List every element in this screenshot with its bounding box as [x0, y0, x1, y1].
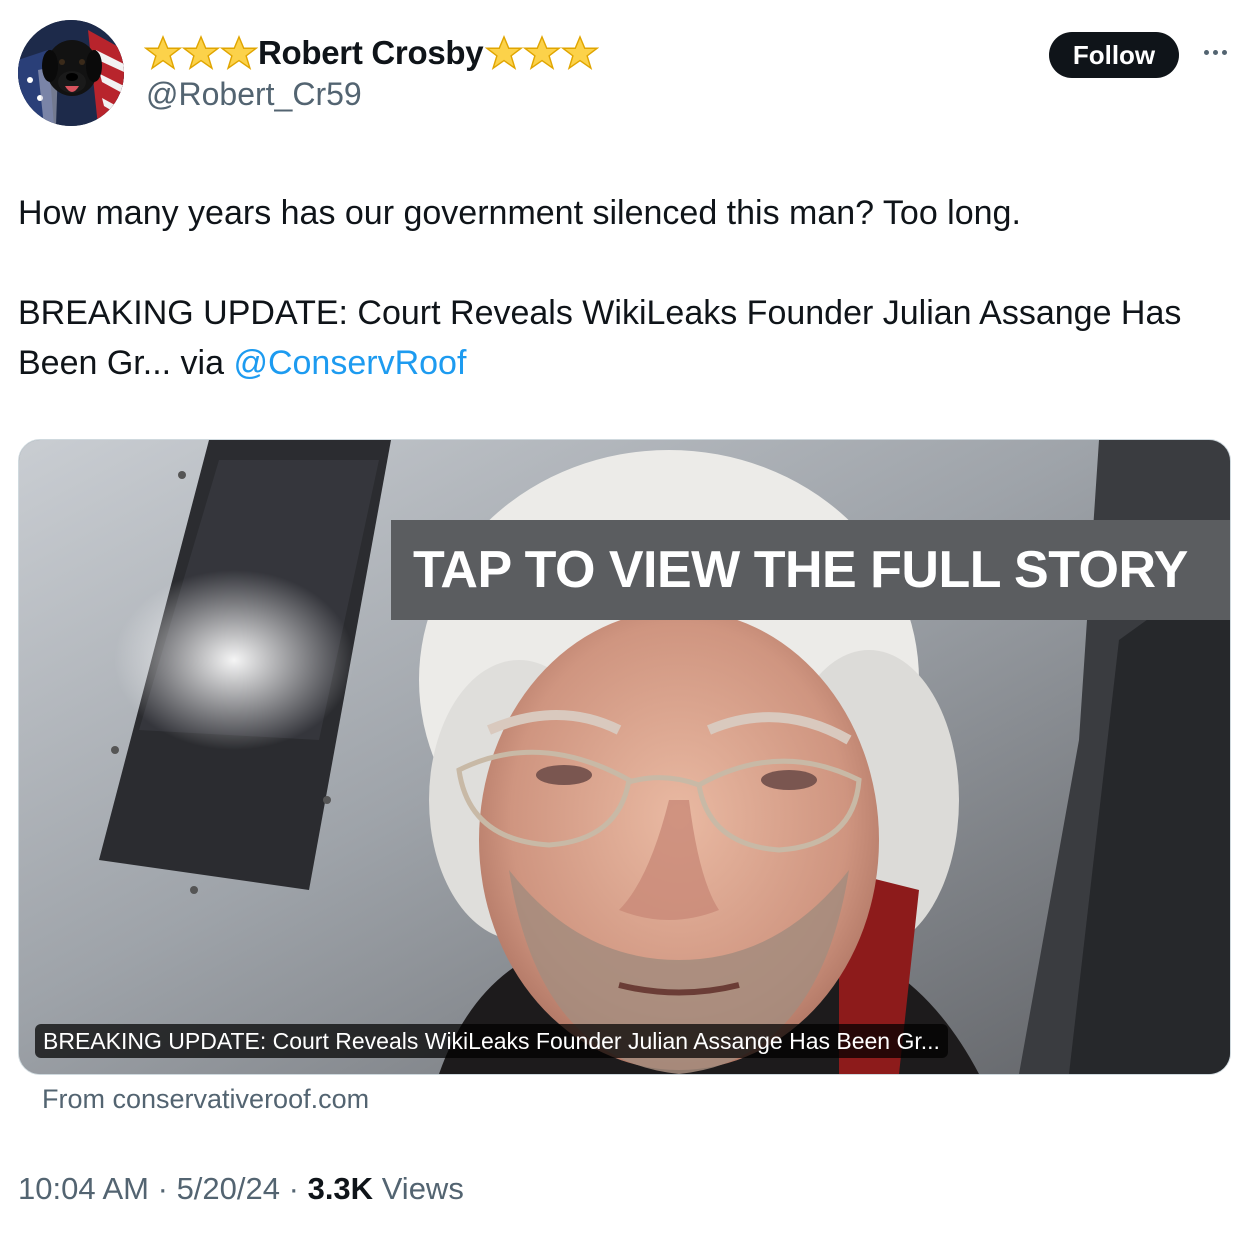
mention-link[interactable]: @ConservRoof — [233, 344, 466, 382]
tweet-line-2: BREAKING UPDATE: Court Reveals WikiLeaks… — [18, 288, 1228, 388]
dot — [1203, 49, 1209, 55]
more-dots-icon[interactable] — [1198, 40, 1232, 64]
tweet-headline-text: BREAKING UPDATE: Court Reveals WikiLeaks… — [18, 294, 1182, 382]
display-name[interactable]: Robert Crosby — [258, 34, 484, 72]
star-emoji-icon — [220, 34, 258, 70]
star-emoji-icon — [144, 34, 182, 70]
star-emoji-icon — [485, 34, 524, 70]
views-label: Views — [381, 1171, 464, 1206]
tweet-header: Robert Crosby @Robert_Cr59 Follow — [18, 20, 1231, 126]
follow-button[interactable]: Follow — [1049, 32, 1179, 78]
card-source-link[interactable]: From conservativeroof.com — [42, 1084, 369, 1115]
leading-stars — [144, 34, 258, 72]
user-handle[interactable]: @Robert_Cr59 — [146, 76, 362, 113]
meta-separator: · — [288, 1171, 299, 1206]
tweet-time[interactable]: 10:04 AM — [18, 1171, 149, 1206]
dot — [1221, 49, 1227, 55]
link-card[interactable]: TAP TO VIEW THE FULL STORY BREAKING UPDA… — [18, 439, 1231, 1075]
dog-flag-avatar-icon — [18, 20, 124, 126]
dot — [1212, 49, 1218, 55]
star-emoji-icon — [561, 34, 600, 70]
meta-separator: · — [157, 1171, 168, 1206]
tweet-line-1: How many years has our government silenc… — [18, 194, 1021, 232]
tweet-text: How many years has our government silenc… — [18, 188, 1228, 388]
tweet-meta: 10:04 AM · 5/20/24 · 3.3K Views — [18, 1171, 464, 1207]
tweet-date[interactable]: 5/20/24 — [177, 1171, 280, 1206]
star-emoji-icon — [182, 34, 220, 70]
star-emoji-icon — [523, 34, 562, 70]
avatar[interactable] — [18, 20, 124, 126]
tap-to-view-text: TAP TO VIEW THE FULL STORY — [413, 541, 1188, 599]
trailing-stars — [485, 34, 600, 72]
name-row[interactable]: Robert Crosby — [144, 30, 600, 76]
tap-to-view-banner: TAP TO VIEW THE FULL STORY — [391, 520, 1230, 620]
card-caption: BREAKING UPDATE: Court Reveals WikiLeaks… — [35, 1024, 948, 1058]
views-count: 3.3K — [307, 1171, 374, 1206]
